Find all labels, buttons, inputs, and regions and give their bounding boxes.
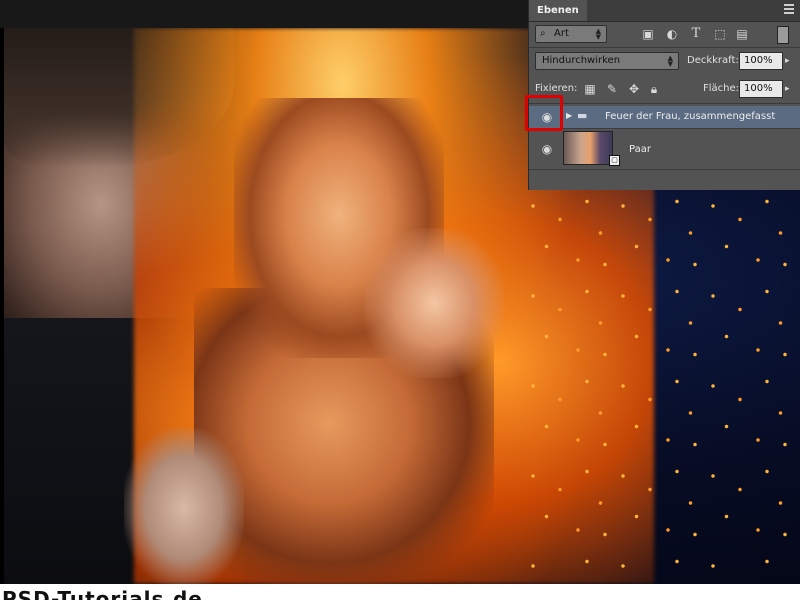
layer-thumbnail xyxy=(563,131,613,165)
opacity-input[interactable]: 100% xyxy=(739,52,783,70)
filter-type-dropdown[interactable]: ⌕ Art ▲ ▼ xyxy=(535,25,607,43)
eye-visibility-icon[interactable]: ◉ xyxy=(539,141,555,157)
layer-row-paar[interactable]: ◉ ▢ Paar xyxy=(529,129,800,170)
layer-name: Paar xyxy=(629,144,651,155)
artwork-woman-hand xyxy=(364,228,504,378)
blend-mode-label: Hindurchwirken xyxy=(542,55,621,66)
layer-name: Feuer der Frau, zusammengefasst xyxy=(605,111,776,122)
search-icon: ⌕ xyxy=(540,28,546,39)
dropdown-arrows-icon: ▲ ▼ xyxy=(667,54,673,68)
smart-object-filter-icon[interactable]: ▤ xyxy=(735,27,749,41)
panel-tab-bar: Ebenen xyxy=(529,0,800,22)
opacity-arrow-icon[interactable]: ▸ xyxy=(785,53,790,69)
eye-highlight-box xyxy=(525,95,563,131)
image-filter-icon[interactable]: ▣ xyxy=(641,27,655,41)
divider xyxy=(529,103,800,104)
lock-row: Fixieren: ▦ ✎ ✥ 🔒︎ Fläche: 100% ▸ xyxy=(529,79,800,99)
lock-move-icon[interactable]: ✥ xyxy=(627,82,641,96)
layers-panel: Ebenen ⌕ Art ▲ ▼ ▣ ◐ T ⬚ ▤ Hindurchwirken… xyxy=(528,0,800,190)
type-filter-icon[interactable]: T xyxy=(689,27,703,41)
layer-row-group[interactable]: ◉ ▶ ▬ Feuer der Frau, zusammengefasst xyxy=(529,106,800,129)
artwork-sparks xyxy=(524,188,794,568)
footer-bar: PSD-Tutorials.de xyxy=(0,584,800,600)
footer-logo-text: PSD-Tutorials.de xyxy=(2,587,203,600)
blend-row: Hindurchwirken ▲ ▼ Deckkraft: 100% ▸ xyxy=(529,51,800,71)
divider xyxy=(529,47,800,48)
artwork-man-hand xyxy=(124,428,244,584)
tab-layers[interactable]: Ebenen xyxy=(529,0,587,21)
lock-paint-icon[interactable]: ✎ xyxy=(605,82,619,96)
filter-type-label: Art xyxy=(554,28,569,39)
panel-menu-icon[interactable] xyxy=(784,4,794,16)
shape-filter-icon[interactable]: ⬚ xyxy=(713,27,727,41)
opacity-label: Deckkraft: xyxy=(687,55,739,66)
fill-label: Fläche: xyxy=(703,83,740,94)
adjustment-filter-icon[interactable]: ◐ xyxy=(665,27,679,41)
filter-row: ⌕ Art ▲ ▼ ▣ ◐ T ⬚ ▤ xyxy=(529,24,800,44)
expand-triangle-icon[interactable]: ▶ xyxy=(566,110,574,122)
folder-icon: ▬ xyxy=(577,109,588,122)
fill-input[interactable]: 100% xyxy=(739,80,783,98)
lock-all-icon[interactable]: 🔒︎ xyxy=(647,82,661,96)
fill-arrow-icon[interactable]: ▸ xyxy=(785,81,790,97)
filter-toggle-switch[interactable] xyxy=(777,26,789,44)
dropdown-arrows-icon: ▲ ▼ xyxy=(595,27,601,41)
lock-transparent-icon[interactable]: ▦ xyxy=(583,82,597,96)
blend-mode-dropdown[interactable]: Hindurchwirken ▲ ▼ xyxy=(535,52,679,70)
smart-object-icon: ▢ xyxy=(609,155,620,166)
